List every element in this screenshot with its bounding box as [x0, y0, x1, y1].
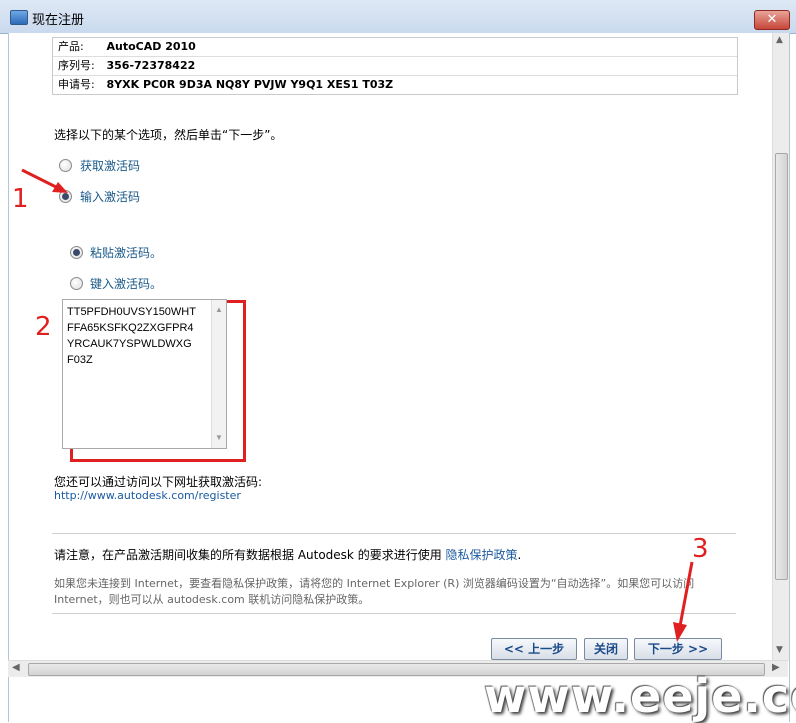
request-row: 申请号: 8YXK PC0R 9D3A NQ8Y PVJW Y9Q1 XES1 …: [53, 76, 737, 94]
annotation-arrow-3: [673, 561, 694, 642]
vertical-scrollbar[interactable]: ▲ ▼: [772, 33, 789, 661]
title-bar: 现在注册 ✕: [0, 0, 796, 34]
instruction-text: 选择以下的某个选项，然后单击“下一步”。: [54, 128, 283, 142]
scroll-down-icon[interactable]: ▼: [215, 430, 223, 446]
scroll-down-icon[interactable]: ▼: [776, 645, 783, 655]
register-link[interactable]: http://www.autodesk.com/register: [54, 489, 241, 502]
scroll-up-icon[interactable]: ▲: [215, 302, 223, 318]
notice-body: 请注意，在产品激活期间收集的所有数据根据 Autodesk 的要求进行使用: [54, 548, 442, 562]
notice-end: .: [517, 548, 522, 562]
get-code-label[interactable]: 获取激活码: [80, 157, 140, 174]
request-value: 8YXK PC0R 9D3A NQ8Y PVJW Y9Q1 XES1 T03Z: [106, 78, 394, 91]
offline-note: 如果您未连接到 Internet，要查看隐私保护政策，请将您的 Internet…: [54, 577, 695, 606]
code-line: TT5PFDH0UVSY150WHT: [67, 306, 196, 318]
back-button[interactable]: << 上一步: [491, 638, 577, 660]
type-code-label[interactable]: 键入激活码。: [90, 275, 162, 292]
alt-access-text: 您还可以通过访问以下网址获取激活码:: [54, 475, 263, 489]
divider: [52, 533, 736, 534]
vertical-scroll-thumb[interactable]: [775, 153, 788, 580]
textarea-scrollbar[interactable]: ▲ ▼: [211, 300, 226, 448]
window-title: 现在注册: [32, 13, 85, 28]
app-icon: [10, 10, 28, 25]
paste-code-label[interactable]: 粘贴激活码。: [90, 244, 162, 261]
serial-label: 序列号:: [58, 59, 95, 72]
annotation-2: 2: [35, 312, 52, 342]
product-label: 产品:: [58, 40, 84, 53]
close-button[interactable]: 关闭: [584, 638, 628, 660]
paste-code-radio[interactable]: [70, 246, 83, 259]
activation-code-textarea[interactable]: TT5PFDH0UVSY150WHT FFA65KSFKQ2ZXGFPR4 YR…: [62, 299, 227, 449]
code-line: F03Z: [67, 354, 93, 366]
serial-value: 356-72378422: [106, 59, 196, 72]
code-line: FFA65KSFKQ2ZXGFPR4: [67, 322, 194, 334]
product-value: AutoCAD 2010: [106, 40, 196, 53]
window-close-button[interactable]: ✕: [754, 10, 790, 30]
privacy-policy-link[interactable]: 隐私保护政策: [446, 548, 518, 562]
type-code-radio[interactable]: [70, 277, 83, 290]
serial-row: 序列号: 356-72378422: [53, 57, 737, 76]
request-label: 申请号:: [58, 78, 95, 91]
product-row: 产品: AutoCAD 2010: [53, 38, 737, 57]
annotation-arrow-1: [21, 168, 68, 193]
enter-code-label[interactable]: 输入激活码: [80, 188, 140, 205]
scroll-left-icon[interactable]: ◀: [12, 662, 20, 673]
watermark: www.eeje.cc: [484, 669, 796, 723]
scroll-up-icon[interactable]: ▲: [776, 35, 783, 45]
notice-text: 请注意，在产品激活期间收集的所有数据根据 Autodesk 的要求进行使用 隐私…: [54, 546, 521, 563]
code-line: YRCAUK7YSPWLDWXG: [67, 338, 192, 350]
divider: [52, 613, 736, 614]
product-info-table: 产品: AutoCAD 2010 序列号: 356-72378422 申请号: …: [52, 37, 738, 95]
